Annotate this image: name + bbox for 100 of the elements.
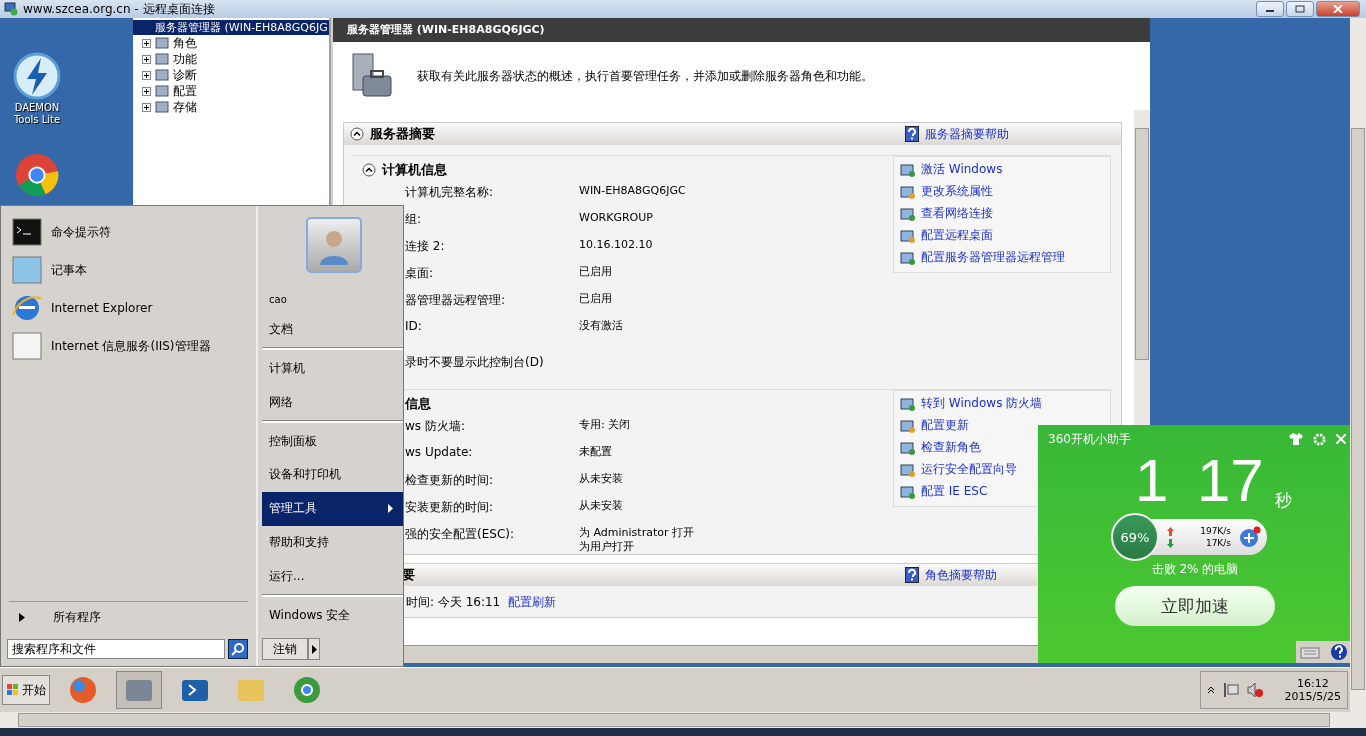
menu-item[interactable]: 管理工具 — [262, 491, 403, 526]
speaker-muted-icon[interactable] — [1246, 682, 1263, 698]
field-value: 没有激活 — [579, 319, 623, 333]
tree-root[interactable]: 服务器管理器 (WIN-EH8A8GQ6JG — [133, 20, 329, 35]
field-label: ws 防火墙: — [405, 418, 466, 435]
help-link[interactable]: 服务器摘要帮助 — [925, 125, 1009, 143]
lightning-icon[interactable] — [13, 52, 61, 100]
plus-icon[interactable] — [1239, 526, 1261, 548]
start-button[interactable]: 开始 — [2, 675, 50, 705]
speed-up-button[interactable]: 立即加速 — [1115, 586, 1275, 626]
expand-icon[interactable] — [142, 70, 151, 80]
field-label: ID: — [405, 319, 423, 335]
menu-item[interactable]: cao — [262, 286, 403, 313]
chevron-up-icon[interactable] — [1206, 686, 1215, 694]
menu-item[interactable]: 控制面板 — [262, 424, 403, 458]
expand-icon[interactable] — [142, 38, 151, 48]
memory-ball: 69% — [1111, 513, 1159, 561]
console-icon — [11, 217, 43, 247]
field-value: 已启用 — [579, 292, 612, 306]
tree-item[interactable]: 功能 — [173, 50, 197, 68]
down-arrow-icon — [1167, 538, 1174, 548]
task-link[interactable]: 配置 IE ESC — [921, 483, 988, 500]
circle-logo-icon — [67, 675, 99, 705]
menu-item[interactable]: Windows 安全 — [262, 598, 403, 633]
minutes-number: 1 — [1135, 449, 1169, 513]
task-link[interactable]: 配置更新 — [921, 417, 969, 434]
menu-item[interactable]: 网络 — [262, 385, 403, 420]
seconds-number: 17 — [1197, 449, 1264, 513]
task-link[interactable]: 检查新角色 — [921, 439, 981, 456]
field-value: 未配置 — [579, 445, 612, 459]
e-logo-icon — [11, 293, 43, 323]
task-icon — [900, 249, 916, 266]
help-link[interactable]: 角色摘要帮助 — [925, 566, 997, 584]
menu-item[interactable]: 设备和打印机 — [262, 457, 403, 492]
scroll-thumb[interactable] — [1135, 128, 1149, 360]
group-title: 计算机信息 — [382, 161, 447, 179]
program-item[interactable]: 命令提示符 — [11, 216, 256, 248]
scrollbar[interactable] — [1350, 18, 1366, 712]
field-label: ws Update: — [405, 445, 474, 461]
maximize-icon — [1295, 5, 1305, 13]
desktop-icon-label: DAEMON Tools Lite — [12, 102, 62, 126]
scroll-thumb[interactable] — [18, 713, 1330, 727]
pane-header: 服务器管理器 (WIN-EH8A8GQ6JGC) — [333, 18, 1150, 42]
collapse-icon[interactable] — [362, 163, 376, 177]
close-button[interactable] — [1316, 1, 1360, 17]
task-link[interactable]: 激活 Windows — [921, 161, 1003, 178]
field-label: 安装更新的时间: — [405, 499, 495, 516]
field-label: 器管理器远程管理: — [405, 292, 507, 309]
task-link[interactable]: 配置服务器管理器远程管理 — [921, 249, 1065, 266]
network-icon[interactable] — [1222, 682, 1239, 698]
expand-icon[interactable] — [142, 54, 151, 64]
close-icon[interactable] — [1336, 434, 1346, 444]
task-link[interactable]: 查看网络连接 — [921, 205, 993, 222]
task-icon — [900, 161, 916, 178]
clock-time[interactable]: 16:12 — [1296, 677, 1329, 690]
tree-item[interactable]: 配置 — [173, 82, 197, 100]
scrollbar[interactable] — [0, 712, 1366, 728]
collapse-icon[interactable] — [350, 127, 364, 141]
field-label: 连接 2: — [405, 238, 446, 255]
menu-item[interactable]: 运行... — [262, 559, 403, 594]
help-icon — [905, 567, 919, 583]
settings-icon[interactable] — [1313, 432, 1326, 446]
search-button[interactable] — [228, 639, 248, 659]
expand-icon[interactable] — [142, 102, 151, 112]
clock-date[interactable]: 2015/5/25 — [1284, 690, 1341, 703]
task-icon — [900, 417, 916, 434]
shirt-icon[interactable] — [1289, 433, 1303, 445]
download-speed: 17K/s — [1205, 538, 1231, 548]
group-title: 信息 — [405, 395, 431, 413]
search-field[interactable]: 搜索程序和文件 — [7, 639, 225, 659]
scroll-thumb[interactable] — [1351, 128, 1365, 690]
program-item[interactable]: 记事本 — [11, 254, 256, 286]
chrome-icon[interactable] — [13, 152, 61, 198]
task-link[interactable]: 运行安全配置向导 — [921, 461, 1017, 478]
task-link[interactable]: 更改系统属性 — [921, 183, 993, 200]
document-icon — [11, 331, 43, 361]
task-link[interactable]: 配置远程桌面 — [921, 227, 993, 244]
logoff-options-button[interactable] — [308, 638, 320, 661]
field-label: 强的安全配置(ESC): — [405, 526, 515, 543]
window-title: www.szcea.org.cn - 远程桌面连接 — [23, 0, 215, 18]
all-programs-item[interactable]: 所有程序 — [9, 601, 248, 632]
help-icon[interactable] — [1330, 643, 1348, 661]
tree-item[interactable]: 角色 — [173, 34, 197, 52]
field-value: 专用: 关闭 — [579, 418, 631, 432]
program-item[interactable]: Internet Explorer — [11, 292, 256, 324]
logoff-button[interactable]: 注销 — [262, 638, 308, 661]
menu-item[interactable]: 计算机 — [262, 351, 403, 386]
tree-item[interactable]: 存储 — [173, 98, 197, 116]
menu-item[interactable]: 文档 — [262, 312, 403, 347]
program-item[interactable]: Internet 信息服务(IIS)管理器 — [11, 330, 256, 362]
expand-icon[interactable] — [142, 86, 151, 96]
menu-item[interactable]: 帮助和支持 — [262, 525, 403, 560]
minimize-button[interactable] — [1256, 1, 1284, 17]
seconds-unit: 秒 — [1275, 489, 1292, 512]
intro-text: 获取有关此服务器状态的概述，执行首要管理任务，并添加或删除服务器角色和功能。 — [417, 67, 873, 85]
task-link[interactable]: 转到 Windows 防火墙 — [921, 395, 1043, 412]
field-value: 为用户打开 — [579, 540, 635, 554]
tree-item[interactable]: 诊断 — [173, 66, 197, 84]
refresh-link[interactable]: 配置刷新 — [508, 594, 557, 611]
rank-text: 击败 2% 的电脑 — [1151, 561, 1239, 578]
